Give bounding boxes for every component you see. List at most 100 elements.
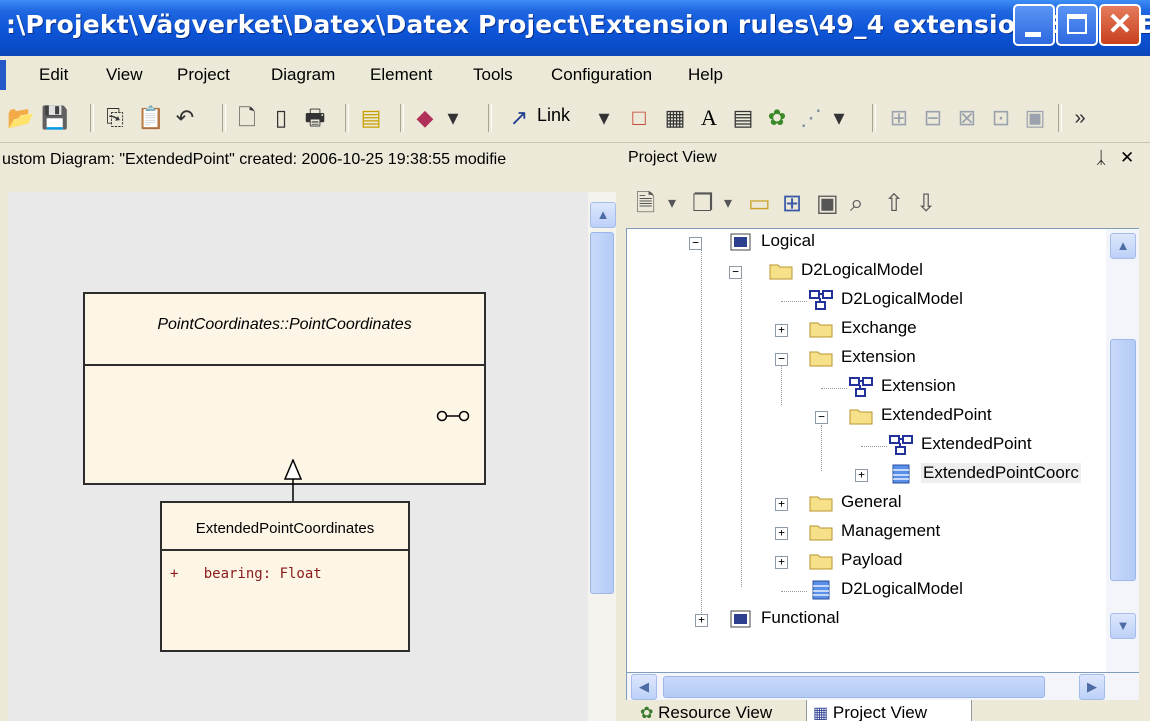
copy-icon[interactable]: ⎘ — [100, 102, 130, 134]
menu-view[interactable]: View — [106, 65, 143, 85]
tree-item-general[interactable]: + General — [627, 490, 1107, 518]
diagram-status-text: ustom Diagram: "ExtendedPoint" created: … — [2, 151, 507, 168]
toolbar-separator — [222, 104, 226, 132]
expand-icon[interactable]: + — [775, 498, 788, 511]
generalization-arrow[interactable] — [283, 459, 303, 503]
tree-item-extendedpoint-diagram[interactable]: ExtendedPoint — [627, 432, 1107, 460]
move-up-icon[interactable]: ⇧ — [884, 189, 904, 219]
dropdown-arrow-icon[interactable]: ▾ — [724, 189, 732, 219]
tree-horizontal-scrollbar[interactable]: ◀ ▶ — [626, 672, 1141, 702]
tree-item-extendedpointcoordinates[interactable]: + ExtendedPointCoorc — [627, 461, 1107, 489]
new-package-icon[interactable]: 🗎 — [636, 189, 655, 219]
toolbar-overflow-button[interactable]: » — [1068, 102, 1092, 134]
diagram-vertical-scrollbar[interactable]: ▲ — [588, 192, 616, 721]
menu-edit[interactable]: Edit — [39, 65, 68, 85]
paste-icon[interactable]: 📋 — [136, 102, 166, 134]
scroll-down-button[interactable]: ▼ — [1110, 613, 1136, 639]
note-icon[interactable]: ▤ — [356, 102, 386, 134]
tree-item-exchange[interactable]: + Exchange — [627, 316, 1107, 344]
text-block-icon[interactable]: ▦ — [660, 102, 690, 134]
tab-project-view[interactable]: ▦ Project View — [806, 700, 972, 721]
expand-icon[interactable]: + — [855, 469, 868, 482]
align-left-icon[interactable]: ⊞ — [884, 102, 914, 134]
tree-item-extension-diagram[interactable]: Extension — [627, 374, 1107, 402]
pin-icon[interactable]: ᛣ — [1096, 148, 1106, 168]
book-icon[interactable]: ◆ — [410, 102, 440, 134]
tree-item-d2logicalmodel[interactable]: − D2LogicalModel — [627, 258, 1107, 286]
scroll-up-button[interactable]: ▲ — [590, 202, 616, 228]
tree-item-functional[interactable]: + Functional — [627, 606, 1107, 634]
connector-dropdown-icon[interactable]: ▾ — [826, 102, 852, 134]
tree-item-extendedpoint[interactable]: − ExtendedPoint — [627, 403, 1107, 431]
align-bottom-icon[interactable]: ⊡ — [986, 102, 1016, 134]
scroll-thumb[interactable] — [1110, 339, 1136, 581]
scroll-up-button[interactable]: ▲ — [1110, 233, 1136, 259]
dropdown-arrow-icon[interactable]: ▾ — [440, 102, 466, 134]
expand-icon[interactable]: + — [775, 324, 788, 337]
expand-icon[interactable]: + — [695, 614, 708, 627]
new-folder-icon[interactable]: ▭ — [748, 189, 771, 219]
note-element-icon[interactable]: ▤ — [728, 102, 758, 134]
panel-close-icon[interactable]: ✕ — [1120, 148, 1134, 168]
tree-item-extension[interactable]: − Extension — [627, 345, 1107, 373]
association-icon — [436, 410, 470, 422]
link-label[interactable]: Link — [537, 105, 570, 126]
open-icon[interactable]: 📂 — [6, 102, 36, 134]
new-diagram-icon[interactable]: ❐ — [692, 189, 714, 219]
class-extended-point-coordinates[interactable]: ExtendedPointCoordinates + bearing: Floa… — [160, 501, 410, 652]
move-down-icon[interactable]: ⇩ — [916, 189, 936, 219]
tree-vertical-scrollbar[interactable]: ▲ ▼ — [1106, 228, 1140, 674]
collapse-icon[interactable]: − — [815, 411, 828, 424]
menu-help[interactable]: Help — [688, 65, 723, 85]
tree-item-payload[interactable]: + Payload — [627, 548, 1107, 576]
attribute-bearing[interactable]: + bearing: Float — [170, 566, 322, 582]
undo-icon[interactable]: ↶ — [170, 102, 200, 134]
expand-icon[interactable]: + — [775, 527, 788, 540]
collapse-icon[interactable]: − — [729, 266, 742, 279]
find-icon[interactable]: ⌕ — [850, 189, 863, 219]
tree-item-d2logicalmodel-diagram[interactable]: D2LogicalModel — [627, 287, 1107, 315]
dropdown-arrow-icon[interactable]: ▾ — [668, 189, 676, 219]
link-dropdown-icon[interactable]: ▾ — [592, 102, 616, 134]
save-icon[interactable]: 💾 — [40, 102, 70, 134]
scroll-right-button[interactable]: ▶ — [1079, 674, 1105, 700]
menu-diagram[interactable]: Diagram — [271, 65, 335, 85]
scroll-thumb[interactable] — [663, 676, 1045, 698]
tree-item-logical[interactable]: − Logical — [627, 229, 1107, 257]
align-right-icon[interactable]: ⊟ — [918, 102, 948, 134]
tab-label: Resource View — [658, 703, 773, 721]
page-setup-icon[interactable]: ▯ — [266, 102, 296, 134]
menu-tools[interactable]: Tools — [473, 65, 513, 85]
add-diagram-icon[interactable]: ⊞ — [782, 189, 802, 219]
folder-icon — [849, 409, 873, 425]
print-preview-icon[interactable]: 🗋 — [232, 102, 262, 134]
maximize-button[interactable] — [1056, 4, 1098, 46]
same-size-icon[interactable]: ▣ — [1020, 102, 1050, 134]
hyperlink-icon[interactable]: ✿ — [762, 102, 792, 134]
collapse-icon[interactable]: − — [775, 353, 788, 366]
folder-icon — [769, 264, 793, 280]
tree-item-management[interactable]: + Management — [627, 519, 1107, 547]
collapse-icon[interactable]: − — [689, 237, 702, 250]
menu-project[interactable]: Project — [177, 65, 230, 85]
menu-element[interactable]: Element — [370, 65, 432, 85]
print-icon[interactable]: 🖶 — [300, 102, 330, 134]
scroll-thumb[interactable] — [590, 232, 614, 594]
class-point-coordinates[interactable]: PointCoordinates::PointCoordinates — [83, 292, 486, 485]
link-arrow-icon[interactable]: ↗ — [502, 102, 536, 134]
add-element-icon[interactable]: ▣ — [816, 189, 839, 219]
toolbar: 📂 💾 ⎘ 📋 ↶ 🗋 ▯ 🖶 ▤ ◆ ▾ ↗ Link ▾ □ ▦ A ▤ ✿… — [0, 94, 1150, 143]
minimize-button[interactable] — [1013, 4, 1055, 46]
font-a-icon[interactable]: A — [694, 102, 724, 134]
expand-icon[interactable]: + — [775, 556, 788, 569]
tree-item-d2logicalmodel-class[interactable]: D2LogicalModel — [627, 577, 1107, 605]
close-button[interactable]: ✕ — [1099, 4, 1141, 46]
connector-icon[interactable]: ⋰ — [796, 102, 826, 134]
project-tree[interactable]: − Logical − D2LogicalModel D2LogicalMode… — [626, 228, 1107, 674]
menu-configuration[interactable]: Configuration — [551, 65, 652, 85]
tab-resource-view[interactable]: ✿ Resource View — [640, 700, 800, 721]
rectangle-icon[interactable]: □ — [624, 102, 654, 134]
tree-guide — [781, 301, 807, 303]
align-top-icon[interactable]: ⊠ — [952, 102, 982, 134]
scroll-left-button[interactable]: ◀ — [631, 674, 657, 700]
